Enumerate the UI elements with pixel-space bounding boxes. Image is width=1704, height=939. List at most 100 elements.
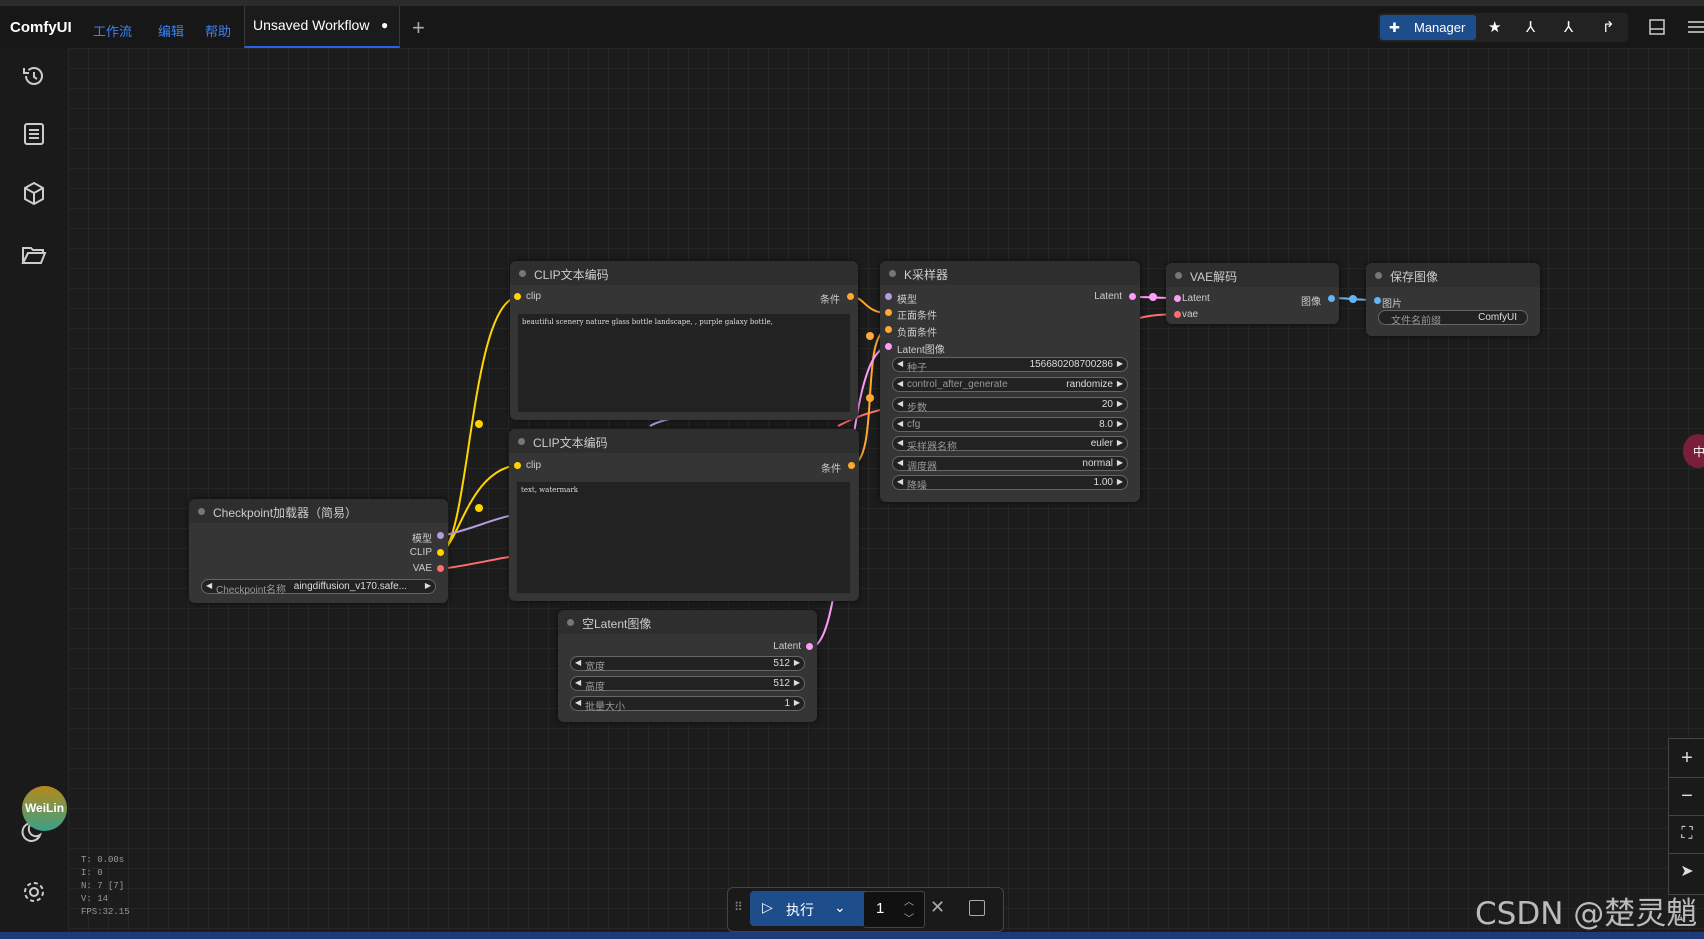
increment-arrow-icon[interactable]: ▶ <box>1117 477 1123 486</box>
decrement-arrow-icon[interactable]: ◀ <box>897 458 903 467</box>
cfg-widget[interactable]: ◀ cfg 8.0 ▶ <box>892 417 1128 432</box>
drag-handle-icon[interactable]: ⠿ <box>734 900 743 914</box>
seed-widget[interactable]: ◀ 种子 156680208700286 ▶ <box>892 357 1128 374</box>
node-title-bar[interactable]: 保存图像 <box>1366 263 1540 287</box>
denoise-widget[interactable]: ◀ 降噪 1.00 ▶ <box>892 475 1128 492</box>
clip-input-pin[interactable] <box>514 293 521 300</box>
node-title-bar[interactable]: CLIP文本编码 <box>510 261 858 285</box>
widget-value: euler <box>1090 438 1113 449</box>
increment-arrow-icon[interactable]: ▶ <box>1117 359 1123 368</box>
model-output-pin[interactable] <box>437 532 444 539</box>
image-output-pin[interactable] <box>1328 295 1335 302</box>
prompt-textarea[interactable]: text, watermark <box>516 481 851 594</box>
batch-size-widget[interactable]: ◀ 批量大小 1 ▶ <box>570 696 805 713</box>
widget-label: 降噪 <box>907 481 927 492</box>
decrement-arrow-icon[interactable]: ◀ <box>897 399 903 408</box>
node-title-bar[interactable]: K采样器 <box>880 261 1140 285</box>
decrement-arrow-icon[interactable]: ◀ <box>575 678 581 687</box>
widget-label: cfg <box>907 419 921 430</box>
latent-output-pin[interactable] <box>1129 293 1136 300</box>
clip-text-encode-node-negative[interactable]: CLIP文本编码 clip 条件 text, watermark <box>509 429 859 601</box>
stop-square-icon[interactable] <box>969 900 985 916</box>
latent-input-pin[interactable] <box>885 343 892 350</box>
increment-arrow-icon[interactable]: ▶ <box>794 678 800 687</box>
increment-arrow-icon[interactable]: ▶ <box>1117 379 1123 388</box>
run-button[interactable]: ▷ 执行 ⌄ <box>750 891 870 926</box>
stat-v: V: 14 <box>81 894 109 904</box>
zoom-out-minus-icon[interactable]: − <box>1669 777 1704 816</box>
node-title-bar[interactable]: CLIP文本编码 <box>509 429 859 453</box>
node-title: CLIP文本编码 <box>533 436 608 450</box>
negative-input-pin[interactable] <box>885 326 892 333</box>
negative-input-label: 负面条件 <box>897 328 937 339</box>
collapse-dot-icon[interactable] <box>567 619 574 626</box>
node-title-bar[interactable]: 空Latent图像 <box>558 610 817 634</box>
decrement-arrow-icon[interactable]: ◀ <box>897 477 903 486</box>
control-after-generate-widget[interactable]: ◀ control_after_generate randomize ▶ <box>892 377 1128 392</box>
collapse-dot-icon[interactable] <box>198 508 205 515</box>
checkpoint-name-widget[interactable]: ◀ Checkpoint名称 aingdiffusion_v170.safe... ▶ <box>201 579 436 596</box>
collapse-dot-icon[interactable] <box>889 270 896 277</box>
positive-input-pin[interactable] <box>885 309 892 316</box>
latent-output-pin[interactable] <box>806 643 813 650</box>
clip-text-encode-node-positive[interactable]: CLIP文本编码 clip 条件 beautiful scenery natur… <box>510 261 858 420</box>
save-image-node[interactable]: 保存图像 图片 文件名前缀 ComfyUI <box>1366 263 1540 336</box>
increment-arrow-icon[interactable]: ▶ <box>1117 399 1123 408</box>
badge-label: 中 <box>1693 445 1704 459</box>
decrement-arrow-icon[interactable]: ◀ <box>206 581 212 590</box>
locate-arrow-icon[interactable]: ➤ <box>1669 853 1704 891</box>
collapse-dot-icon[interactable] <box>518 438 525 445</box>
model-input-pin[interactable] <box>885 293 892 300</box>
prompt-textarea[interactable]: beautiful scenery nature glass bottle la… <box>517 313 851 413</box>
widget-value: 20 <box>1101 399 1113 410</box>
height-widget[interactable]: ◀ 高度 512 ▶ <box>570 676 805 693</box>
vae-output-pin[interactable] <box>437 565 444 572</box>
collapse-dot-icon[interactable] <box>1175 272 1182 279</box>
zoom-in-plus-icon[interactable]: + <box>1669 739 1704 778</box>
vae-decode-node[interactable]: VAE解码 Latent vae 图像 <box>1166 263 1339 324</box>
node-title: 空Latent图像 <box>582 617 652 631</box>
increment-arrow-icon[interactable]: ▶ <box>794 698 800 707</box>
fit-view-icon[interactable]: ⛶ <box>1669 815 1704 854</box>
decrement-chevron-down-icon[interactable]: ﹀ <box>904 910 914 925</box>
decrement-arrow-icon[interactable]: ◀ <box>897 379 903 388</box>
empty-latent-image-node[interactable]: 空Latent图像 Latent ◀ 宽度 512 ▶ ◀ 高度 512 ▶ ◀ 批量大小 1 ▶ <box>558 610 817 722</box>
width-widget[interactable]: ◀ 宽度 512 ▶ <box>570 656 805 673</box>
node-title-bar[interactable]: Checkpoint加载器（简易） <box>189 499 448 523</box>
increment-arrow-icon[interactable]: ▶ <box>1117 458 1123 467</box>
decrement-arrow-icon[interactable]: ◀ <box>897 419 903 428</box>
ksampler-node[interactable]: K采样器 模型 正面条件 负面条件 Latent图像 Latent ◀ 种子 156… <box>880 261 1140 502</box>
increment-arrow-icon[interactable]: ▶ <box>1117 419 1123 428</box>
sampler-name-widget[interactable]: ◀ 采样器名称 euler ▶ <box>892 436 1128 453</box>
widget-value: aingdiffusion_v170.safe... <box>293 581 407 592</box>
decrement-arrow-icon[interactable]: ◀ <box>897 438 903 447</box>
collapse-dot-icon[interactable] <box>519 270 526 277</box>
vae-input-pin[interactable] <box>1174 311 1181 318</box>
increment-arrow-icon[interactable]: ▶ <box>1117 438 1123 447</box>
clip-input-pin[interactable] <box>514 462 521 469</box>
node-title-bar[interactable]: VAE解码 <box>1166 263 1339 287</box>
image-input-pin[interactable] <box>1374 297 1381 304</box>
decrement-arrow-icon[interactable]: ◀ <box>897 359 903 368</box>
widget-label: 调度器 <box>907 462 937 473</box>
decrement-arrow-icon[interactable]: ◀ <box>575 658 581 667</box>
increment-arrow-icon[interactable]: ▶ <box>794 658 800 667</box>
batch-count-input[interactable]: 1 ︿ ﹀ <box>863 891 925 928</box>
model-output-label: 模型 <box>412 534 432 545</box>
collapse-dot-icon[interactable] <box>1375 272 1382 279</box>
increment-arrow-icon[interactable]: ▶ <box>425 581 431 590</box>
steps-widget[interactable]: ◀ 步数 20 ▶ <box>892 397 1128 414</box>
clip-output-pin[interactable] <box>437 549 444 556</box>
increment-chevron-up-icon[interactable]: ︿ <box>904 893 914 908</box>
latent-output-label: Latent <box>773 641 801 652</box>
latent-input-pin[interactable] <box>1174 295 1181 302</box>
filename-prefix-widget[interactable]: 文件名前缀 ComfyUI <box>1378 310 1528 327</box>
decrement-arrow-icon[interactable]: ◀ <box>575 698 581 707</box>
conditioning-output-pin[interactable] <box>848 462 855 469</box>
checkpoint-loader-node[interactable]: Checkpoint加载器（简易） 模型 CLIP VAE ◀ Checkpoin… <box>189 499 448 603</box>
clear-queue-close-icon[interactable]: ✕ <box>930 897 945 918</box>
run-mode-chevron-down-icon[interactable]: ⌄ <box>834 899 846 916</box>
conditioning-output-pin[interactable] <box>847 293 854 300</box>
widget-value: ComfyUI <box>1478 312 1517 323</box>
scheduler-widget[interactable]: ◀ 调度器 normal ▶ <box>892 456 1128 473</box>
